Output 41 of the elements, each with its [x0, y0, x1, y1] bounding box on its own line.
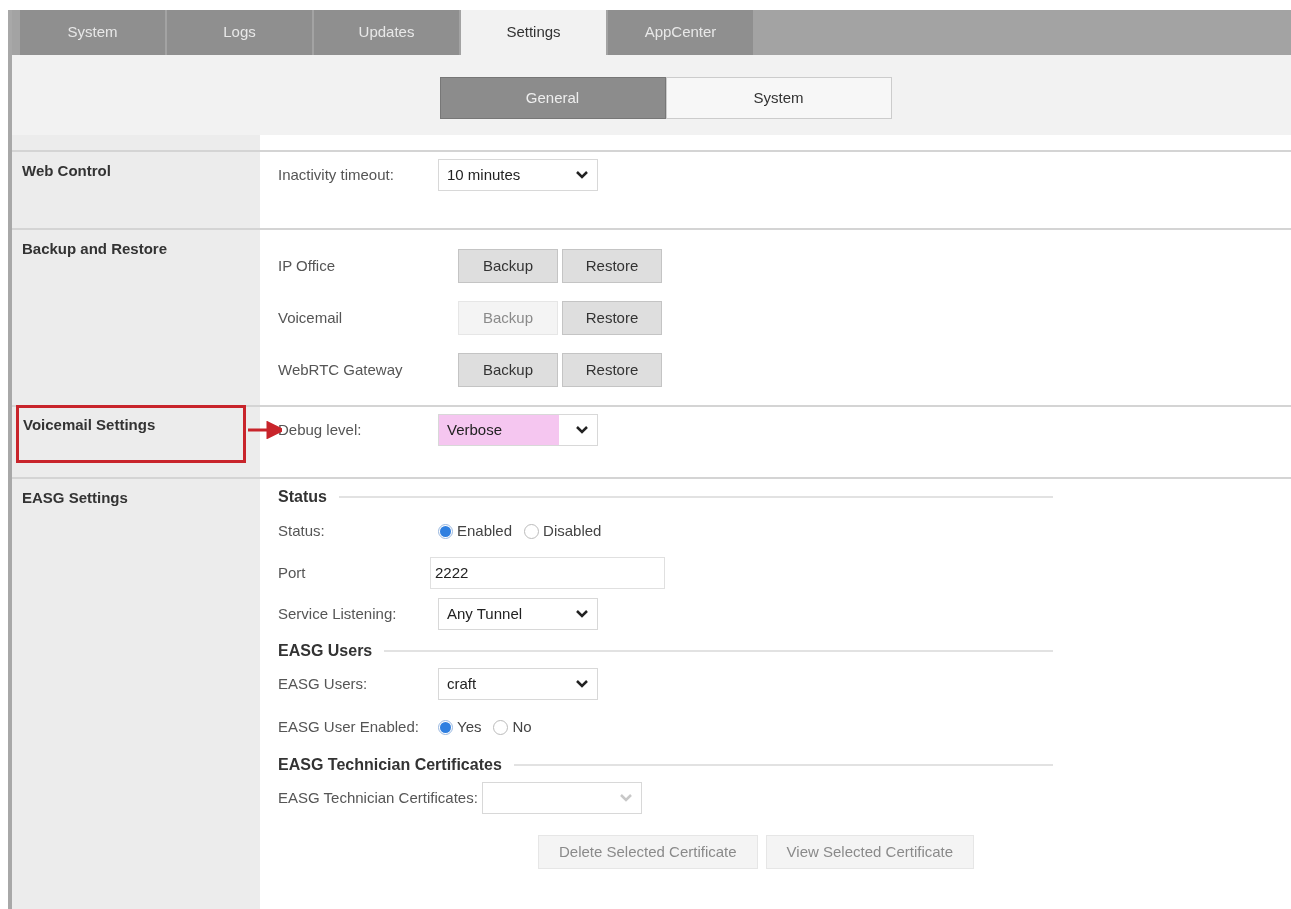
- dropdown[interactable]: Verbose: [438, 414, 598, 446]
- chevron-down-icon: [575, 679, 589, 689]
- field-label: EASG Users:: [278, 673, 369, 694]
- dropdown[interactable]: 10 minutes: [438, 159, 598, 191]
- item-label: WebRTC Gateway: [278, 359, 404, 380]
- field-label: Port: [278, 562, 307, 583]
- action-button[interactable]: Backup: [458, 353, 558, 387]
- action-button[interactable]: Restore: [562, 353, 662, 387]
- chevron-down-icon: [575, 425, 589, 435]
- radio-label: Disabled: [543, 520, 602, 541]
- field-label: Status:: [278, 520, 326, 541]
- chevron-down-icon: [575, 609, 589, 619]
- radio-label: Enabled: [457, 520, 513, 541]
- group-heading: Status: [278, 487, 327, 507]
- group-heading: EASG Technician Certificates: [278, 755, 502, 775]
- chevron-down-icon: [618, 793, 633, 803]
- section-title: Backup and Restore: [22, 239, 168, 259]
- radio-button[interactable]: [524, 523, 540, 539]
- group-heading: EASG Users: [278, 641, 373, 661]
- field-label: EASG User Enabled:: [278, 716, 420, 737]
- item-label: IP Office: [278, 255, 336, 276]
- action-button[interactable]: Restore: [562, 249, 662, 283]
- action-button[interactable]: Backup: [458, 249, 558, 283]
- radio-label: Yes: [457, 716, 482, 737]
- segment-tab[interactable]: System: [665, 77, 892, 119]
- section-title: Web Control: [22, 161, 111, 181]
- radio-label: No: [512, 716, 532, 737]
- section-title: EASG Settings: [22, 488, 128, 508]
- field-label: Inactivity timeout:: [278, 164, 395, 185]
- field-label: EASG Technician Certificates:: [278, 787, 478, 808]
- input-field[interactable]: 2222: [430, 557, 665, 589]
- section-title: Voicemail Settings: [16, 405, 246, 463]
- tab[interactable]: Settings: [461, 10, 606, 55]
- radio-button[interactable]: [493, 719, 509, 735]
- chevron-down-icon: [575, 170, 589, 180]
- item-label: Voicemail: [278, 307, 344, 328]
- field-label: Debug level:: [278, 419, 363, 440]
- dropdown[interactable]: craft: [438, 668, 598, 700]
- dropdown[interactable]: Any Tunnel: [438, 598, 598, 630]
- action-button[interactable]: Restore: [562, 301, 662, 335]
- field-label: Service Listening:: [278, 603, 398, 624]
